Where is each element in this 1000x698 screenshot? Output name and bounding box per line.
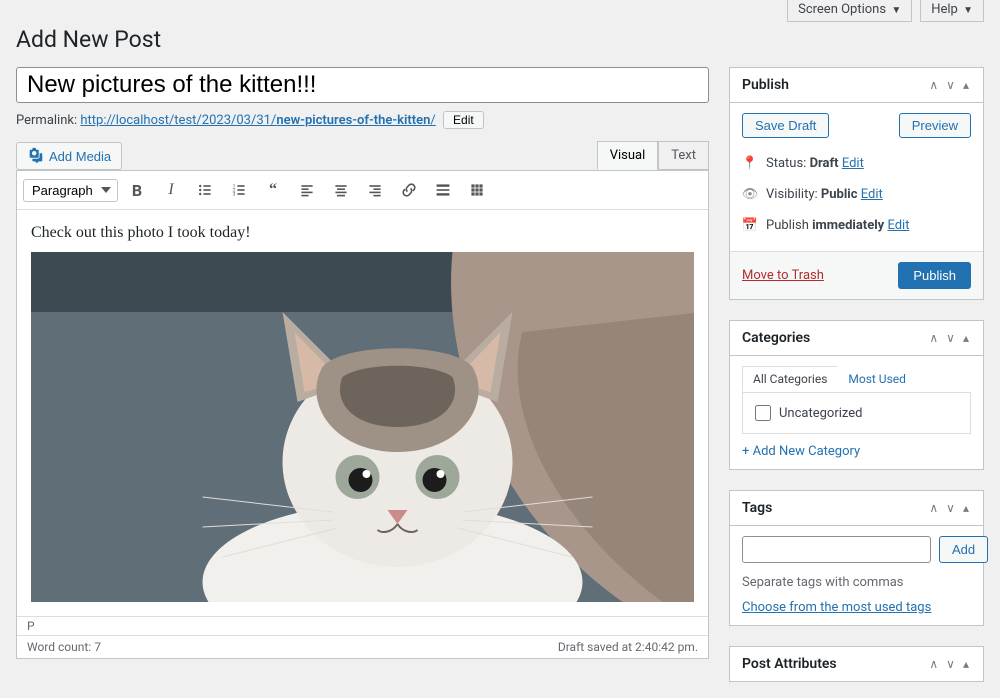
align-left-button[interactable] — [292, 175, 322, 205]
element-path[interactable]: P — [27, 619, 35, 633]
page-title: Add New Post — [0, 24, 1000, 67]
toggle-panel-icon[interactable]: ▴ — [961, 499, 971, 517]
move-down-icon[interactable]: ∨ — [944, 76, 957, 94]
publish-metabox: Publish ∧ ∨ ▴ Save Draft Preview 📍 Statu… — [729, 67, 984, 300]
publish-heading: Publish — [742, 77, 789, 93]
align-right-button[interactable] — [360, 175, 390, 205]
read-more-button[interactable] — [428, 175, 458, 205]
category-item[interactable]: Uncategorized — [755, 405, 958, 421]
tags-heading: Tags — [742, 500, 772, 516]
category-checkbox[interactable] — [755, 405, 771, 421]
svg-text:3: 3 — [233, 192, 236, 198]
numbered-list-button[interactable]: 123 — [224, 175, 254, 205]
bullet-list-button[interactable] — [190, 175, 220, 205]
calendar-icon: 📅 — [742, 218, 758, 233]
help-tab[interactable]: Help ▼ — [920, 0, 984, 22]
editor-toolbar: Paragraph B I 123 “ — [17, 171, 708, 210]
save-draft-button[interactable]: Save Draft — [742, 113, 829, 138]
add-tag-button[interactable]: Add — [939, 536, 988, 563]
post-attributes-heading: Post Attributes — [742, 656, 837, 672]
bold-button[interactable]: B — [122, 175, 152, 205]
link-button[interactable] — [394, 175, 424, 205]
content-editor[interactable]: Check out this photo I took today! — [17, 210, 708, 616]
align-center-button[interactable] — [326, 175, 356, 205]
add-new-category-link[interactable]: + Add New Category — [742, 444, 860, 459]
toggle-panel-icon[interactable]: ▴ — [961, 329, 971, 347]
publish-button[interactable]: Publish — [898, 262, 971, 289]
tab-text[interactable]: Text — [658, 141, 709, 170]
move-up-icon[interactable]: ∧ — [927, 655, 940, 673]
edit-date-link[interactable]: Edit — [887, 218, 909, 233]
add-media-button[interactable]: Add Media — [16, 142, 122, 170]
permalink-link[interactable]: http://localhost/test/2023/03/31/new-pic… — [80, 113, 435, 128]
move-to-trash-link[interactable]: Move to Trash — [742, 268, 824, 283]
move-down-icon[interactable]: ∨ — [944, 329, 957, 347]
caret-down-icon: ▼ — [891, 5, 901, 16]
edit-visibility-link[interactable]: Edit — [861, 187, 883, 202]
tab-most-used[interactable]: Most Used — [837, 366, 917, 392]
move-up-icon[interactable]: ∧ — [927, 499, 940, 517]
move-up-icon[interactable]: ∧ — [927, 76, 940, 94]
move-up-icon[interactable]: ∧ — [927, 329, 940, 347]
toggle-panel-icon[interactable]: ▴ — [961, 76, 971, 94]
post-title-input[interactable] — [16, 67, 709, 103]
categories-metabox: Categories ∧ ∨ ▴ All Categories Most Use… — [729, 320, 984, 470]
toggle-panel-icon[interactable]: ▴ — [961, 655, 971, 673]
categories-heading: Categories — [742, 330, 810, 346]
move-down-icon[interactable]: ∨ — [944, 499, 957, 517]
content-image[interactable] — [31, 252, 694, 602]
preview-button[interactable]: Preview — [899, 113, 971, 138]
post-attributes-metabox: Post Attributes ∧ ∨ ▴ — [729, 646, 984, 682]
camera-icon — [27, 147, 45, 165]
quote-button[interactable]: “ — [258, 175, 288, 205]
visibility-icon: 👁 — [742, 187, 758, 202]
tag-input[interactable] — [742, 536, 931, 563]
toolbar-toggle-button[interactable] — [462, 175, 492, 205]
save-status: Draft saved at 2:40:42 pm. — [558, 640, 698, 654]
word-count: Word count: 7 — [27, 640, 101, 654]
edit-status-link[interactable]: Edit — [842, 156, 864, 171]
format-select[interactable]: Paragraph — [23, 179, 118, 202]
permalink-edit-button[interactable]: Edit — [443, 111, 484, 129]
choose-tags-link[interactable]: Choose from the most used tags — [742, 600, 931, 615]
move-down-icon[interactable]: ∨ — [944, 655, 957, 673]
tag-hint: Separate tags with commas — [742, 575, 971, 590]
tags-metabox: Tags ∧ ∨ ▴ Add Separate tags with commas… — [729, 490, 984, 626]
tab-visual[interactable]: Visual — [597, 141, 659, 170]
italic-button[interactable]: I — [156, 175, 186, 205]
screen-options-tab[interactable]: Screen Options ▼ — [787, 0, 912, 22]
tab-all-categories[interactable]: All Categories — [742, 366, 838, 392]
caret-down-icon: ▼ — [963, 5, 973, 16]
key-icon: 📍 — [742, 156, 758, 171]
permalink-row: Permalink: http://localhost/test/2023/03… — [16, 103, 709, 137]
content-paragraph: Check out this photo I took today! — [31, 224, 694, 242]
